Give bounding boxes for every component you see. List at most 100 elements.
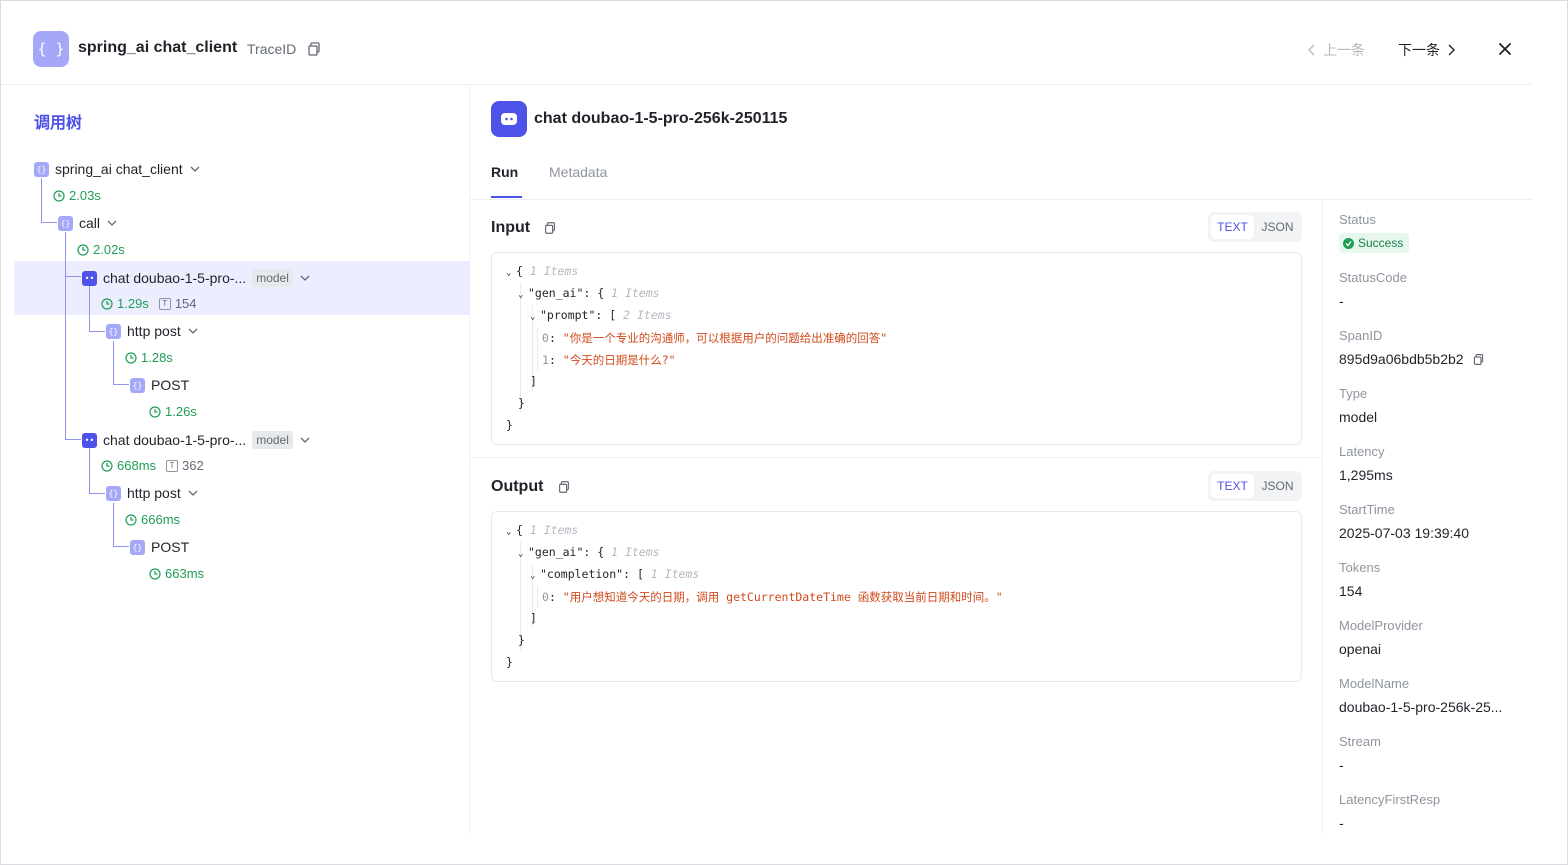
json-key-line[interactable]: ⌄ "prompt": [ 2 Items [530, 308, 672, 322]
tree-node-chat-model-1[interactable]: •• chat doubao-1-5-pro-... model [82, 269, 311, 287]
copy-icon[interactable] [543, 221, 557, 235]
status-value: Success [1358, 236, 1404, 250]
json-key: "gen_ai" [528, 545, 584, 559]
stream-value: - [1339, 757, 1344, 773]
spanid-value: 895d9a06bdb5b2b2 [1339, 351, 1464, 367]
next-button[interactable]: 下一条 [1398, 40, 1456, 60]
duration-value: 2.03s [69, 188, 101, 203]
tree-node-chat-model-2[interactable]: •• chat doubao-1-5-pro-... model [82, 431, 311, 449]
output-json-viewer: ⌄{ 1 Items ⌄ "gen_ai": { 1 Items ⌄ "comple… [491, 511, 1302, 682]
json-count-hint: 1 Items [650, 567, 700, 581]
json-string-value: "用户想知道今天的日期，调用 getCurrentDateTime 函数获取当前… [562, 590, 1003, 604]
token-icon: T [158, 297, 171, 310]
text-toggle[interactable]: TEXT [1211, 474, 1254, 498]
tree-node-http-post-2[interactable]: {} http post [106, 485, 199, 501]
chevron-down-icon[interactable]: ⌄ [530, 571, 540, 581]
json-close-bracket: ] [530, 611, 537, 625]
chevron-down-icon[interactable]: ⌄ [518, 290, 528, 300]
tree-node-http-post-1[interactable]: {} http post [106, 323, 199, 339]
json-root-line[interactable]: ⌄{ 1 Items [506, 264, 578, 278]
json-count-hint: 1 Items [611, 545, 660, 559]
clock-icon [149, 405, 161, 418]
latencyfirstresp-label: LatencyFirstResp [1339, 792, 1441, 807]
tree-node-label: chat doubao-1-5-pro-... [103, 270, 247, 286]
token-value: 154 [174, 296, 197, 311]
clock-icon [125, 351, 137, 364]
output-title: Output [491, 478, 544, 495]
tree-node-spring-ai-chat-client[interactable]: {} spring_ai chat_client [34, 161, 201, 177]
tree-node-duration: 666ms [125, 512, 180, 527]
clock-icon [101, 297, 113, 310]
chevron-down-icon[interactable]: ⌄ [530, 312, 540, 322]
json-key-line[interactable]: ⌄ "gen_ai": { 1 Items [518, 286, 660, 300]
copy-icon[interactable] [1472, 353, 1485, 366]
tree-node-label: chat doubao-1-5-pro-... [103, 432, 247, 448]
type-badge: model [252, 431, 293, 449]
tree-connector [41, 222, 57, 223]
json-string-value: "你是一个专业的沟通师，可以根据用户的问题给出准确的回答" [562, 331, 888, 345]
braces-icon: { } [33, 31, 69, 67]
chevron-down-icon[interactable] [106, 217, 118, 229]
close-icon[interactable] [1496, 40, 1514, 58]
json-array-item: 0: "用户想知道今天的日期，调用 getCurrentDateTime 函数获… [542, 590, 1003, 604]
copy-icon[interactable] [557, 480, 571, 494]
prev-button[interactable]: 上一条 [1307, 40, 1365, 60]
clock-icon [77, 243, 89, 256]
tab-run[interactable]: Run [491, 164, 518, 180]
json-toggle[interactable]: JSON [1256, 215, 1299, 239]
chevron-down-icon[interactable] [187, 325, 199, 337]
clock-icon [53, 189, 65, 202]
json-string-value: "今天的日期是什么?" [562, 353, 676, 367]
text-toggle[interactable]: TEXT [1211, 215, 1254, 239]
json-key-line[interactable]: ⌄ "gen_ai": { 1 Items [518, 545, 660, 559]
tree-node-call[interactable]: {} call [58, 215, 118, 231]
token-icon: T [166, 459, 179, 472]
json-close-brace: } [518, 396, 525, 410]
clock-icon [125, 513, 137, 526]
json-root-line[interactable]: ⌄{ 1 Items [506, 523, 578, 537]
tree-connector [113, 546, 129, 547]
chevron-right-icon [1448, 44, 1455, 56]
panel-header: { } spring_ai chat_client TraceID 上一条 下一… [1, 1, 1533, 85]
spanid-label: SpanID [1339, 328, 1383, 343]
chevron-down-icon[interactable] [299, 272, 311, 284]
chevron-down-icon[interactable] [189, 163, 201, 175]
trace-title: spring_ai chat_client [78, 39, 238, 56]
chat-bot-icon [491, 101, 527, 137]
json-count-hint: 1 Items [611, 286, 660, 300]
chevron-down-icon[interactable] [187, 487, 199, 499]
input-title: Input [491, 219, 531, 236]
type-value: model [1339, 409, 1378, 425]
json-close-brace: } [506, 655, 513, 669]
tree-connector [113, 341, 114, 385]
chevron-down-icon[interactable]: ⌄ [506, 268, 516, 278]
json-close-bracket: ] [530, 374, 537, 388]
tree-node-post-1[interactable]: {} POST [130, 377, 189, 393]
clock-icon [149, 567, 161, 580]
chevron-down-icon[interactable] [299, 434, 311, 446]
spanid-row: 895d9a06bdb5b2b2 [1339, 351, 1485, 367]
json-toggle[interactable]: JSON [1256, 474, 1299, 498]
modelname-value: doubao-1-5-pro-256k-25... [1339, 699, 1503, 715]
braces-icon: {} [130, 539, 145, 555]
tab-metadata[interactable]: Metadata [549, 164, 607, 180]
json-close-brace: } [506, 418, 513, 432]
trace-detail-panel: { } spring_ai chat_client TraceID 上一条 下一… [0, 0, 1568, 865]
copy-icon[interactable] [306, 41, 322, 57]
tokens-value: 154 [1339, 583, 1363, 599]
starttime-value: 2025-07-03 19:39:40 [1339, 525, 1469, 541]
tree-node-duration: 663ms [149, 566, 204, 581]
tree-node-post-2[interactable]: {} POST [130, 539, 189, 555]
json-close-brace: } [518, 633, 525, 647]
chevron-down-icon[interactable]: ⌄ [506, 527, 516, 537]
json-array-item: 1: "今天的日期是什么?" [542, 353, 676, 367]
type-badge: model [252, 269, 293, 287]
chevron-down-icon[interactable]: ⌄ [518, 549, 528, 559]
tree-connector [89, 493, 105, 494]
call-tree-panel: 调用树 {} spring_ai chat_client 2.03s {} ca… [1, 85, 470, 833]
token-count: T 362 [166, 458, 204, 473]
stream-label: Stream [1339, 734, 1381, 749]
json-key-line[interactable]: ⌄ "completion": [ 1 Items [530, 567, 699, 581]
braces-icon: {} [130, 377, 145, 393]
output-format-toggle: TEXT JSON [1208, 471, 1302, 501]
